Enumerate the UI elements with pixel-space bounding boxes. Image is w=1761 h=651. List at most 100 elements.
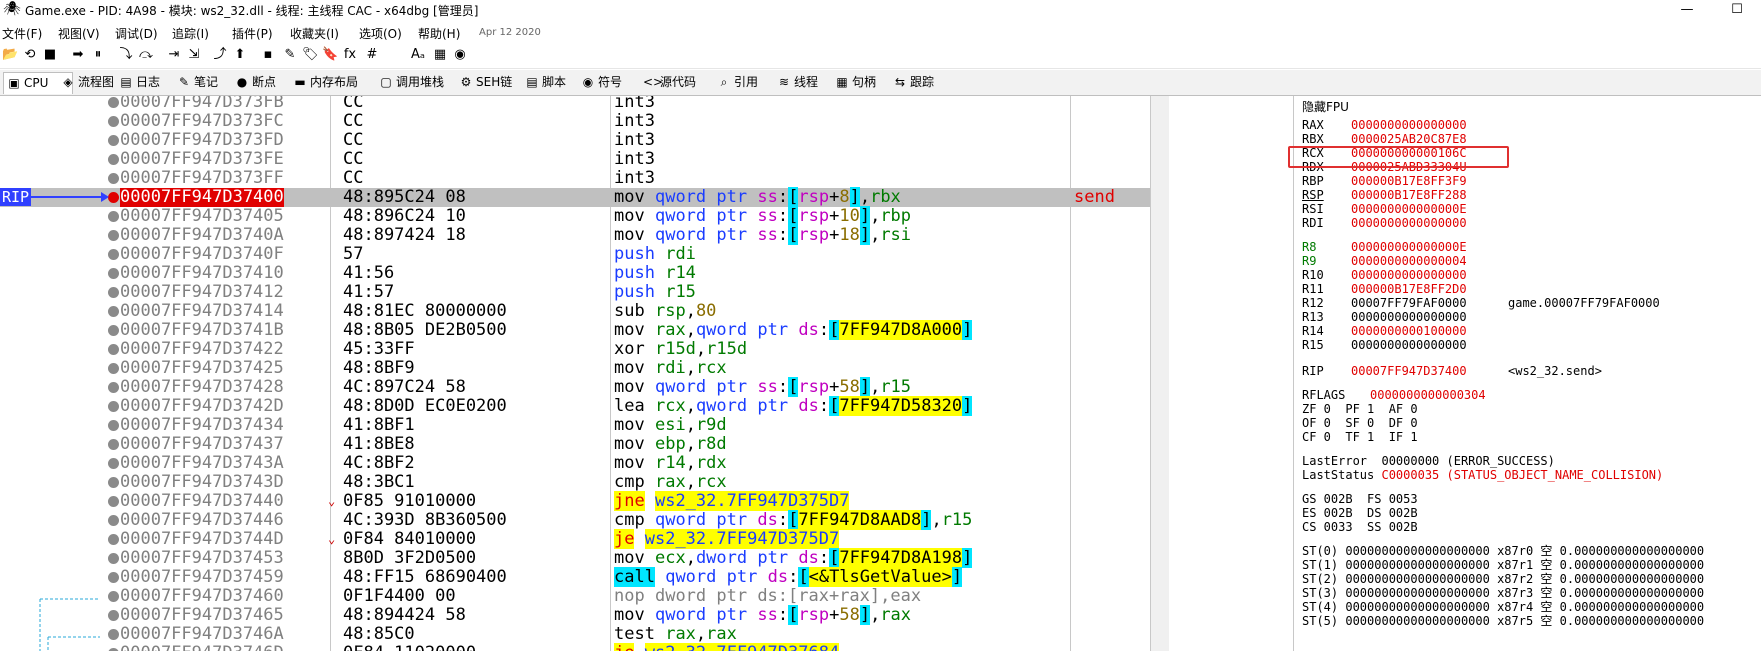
disasm-row[interactable]: 00007FF947D3746D ⌄ 0F84 11020000 je ws2_32.… — [0, 643, 1150, 651]
disasm-row[interactable]: 00007FF947D3742D 48:8D0D EC0E0200 lea rcx,… — [0, 396, 1150, 416]
segment-line[interactable]: GS 002B FS 0053 — [1302, 492, 1418, 506]
fpu-register[interactable]: ST(4) 00000000000000000000 x87r4 空 0.000… — [1302, 600, 1704, 614]
disasm-row[interactable]: 00007FF947D37440 ⌄ 0F85 91010000 jne ws2_32… — [0, 491, 1150, 511]
register-value[interactable]: 00007FF947D37400 — [1351, 364, 1467, 378]
pane-divider[interactable] — [1150, 96, 1169, 651]
breakpoint-dot-icon[interactable] — [108, 173, 119, 184]
menu-view[interactable]: 视图(V) — [58, 25, 100, 42]
disasm-row[interactable]: 00007FF947D373FC CC int3 — [0, 112, 1150, 131]
register-value[interactable]: 0000000000000000 — [1351, 216, 1467, 230]
function-icon[interactable]: fx — [342, 47, 358, 63]
menu-favorites[interactable]: 收藏夹(I) — [290, 25, 339, 42]
stop-icon[interactable]: ■ — [42, 47, 58, 63]
disasm-row[interactable]: 00007FF947D3740A 48:897424 18 mov qword pt… — [0, 225, 1150, 245]
bookmark-icon[interactable]: 🔖 — [322, 47, 338, 63]
breakpoint-dot-icon[interactable] — [108, 591, 119, 602]
step-into-icon[interactable]: ⤵ — [118, 47, 134, 63]
breakpoint-dot-icon[interactable] — [108, 268, 119, 279]
registers-panel[interactable]: 隐藏FPU RAX 0000000000000000 RBX 0000025AB20C… — [1293, 96, 1761, 651]
disasm-row[interactable]: 00007FF947D373FE CC int3 — [0, 150, 1150, 169]
register-value[interactable]: 0000000000000004 — [1351, 254, 1467, 268]
register-r8[interactable]: R8 000000000000000E — [1294, 240, 1761, 254]
disasm-row[interactable]: 00007FF947D37412 41:57 push r15 — [0, 283, 1150, 302]
disasm-row[interactable]: 00007FF947D3746A 48:85C0 test rax,rax — [0, 625, 1150, 644]
register-value[interactable]: 000000B17E8FF3F9 — [1351, 174, 1467, 188]
breakpoint-dot-icon[interactable] — [108, 325, 119, 336]
menu-debug[interactable]: 调试(D) — [115, 25, 158, 42]
menu-plugins[interactable]: 插件(P) — [232, 25, 273, 42]
disasm-row[interactable]: 00007FF947D37414 48:81EC 80000000 sub rsp,… — [0, 302, 1150, 321]
register-rbp[interactable]: RBP 000000B17E8FF3F9 — [1294, 174, 1761, 188]
register-r10[interactable]: R10 0000000000000000 — [1294, 268, 1761, 282]
hide-fpu-toggle[interactable]: 隐藏FPU — [1302, 98, 1349, 115]
disasm-row[interactable]: 00007FF947D37446 4C:393D 8B360500 cmp qwor… — [0, 510, 1150, 530]
register-value[interactable]: 000000B17E8FF288 — [1351, 188, 1467, 202]
register-rsp[interactable]: RSP 000000B17E8FF288 — [1294, 188, 1761, 202]
breakpoint-dot-icon[interactable] — [108, 458, 119, 469]
disasm-row[interactable]: 00007FF947D373FF CC int3 — [0, 169, 1150, 188]
breakpoint-dot-icon[interactable] — [108, 629, 119, 640]
register-value[interactable]: 0000000000100000 — [1351, 324, 1467, 338]
disasm-row[interactable]: 00007FF947D373FB CC int3 — [0, 96, 1150, 112]
fpu-register[interactable]: ST(5) 00000000000000000000 x87r5 空 0.000… — [1302, 614, 1704, 628]
disasm-row[interactable]: 00007FF947D3741B 48:8B05 DE2B0500 mov rax,… — [0, 320, 1150, 340]
breakpoint-dot-icon[interactable] — [108, 287, 119, 298]
menu-trace[interactable]: 追踪(I) — [172, 25, 209, 42]
pause-icon[interactable]: ⏸ — [90, 47, 106, 63]
register-rbx[interactable]: RBX 0000025AB20C87E8 — [1294, 132, 1761, 146]
maximize-button[interactable]: ☐ — [1722, 1, 1752, 19]
register-r15[interactable]: R15 0000000000000000 — [1294, 338, 1761, 352]
fpu-register[interactable]: ST(1) 00000000000000000000 x87r1 空 0.000… — [1302, 558, 1704, 572]
menu-help[interactable]: 帮助(H) — [418, 25, 460, 42]
register-rip[interactable]: RIP 00007FF947D37400 <ws2_32.send> — [1294, 364, 1761, 378]
register-value[interactable]: 0000000000000304 — [1370, 388, 1486, 402]
breakpoint-dot-icon[interactable] — [108, 553, 119, 564]
disassembly-view[interactable]: 00007FF947D373FB CC int3 00007FF947D373FC CC… — [0, 96, 1150, 651]
disasm-row[interactable]: 00007FF947D37437 41:8BE8 mov ebp,r8d — [0, 435, 1150, 454]
fpu-register[interactable]: ST(0) 00000000000000000000 x87r0 空 0.000… — [1302, 544, 1704, 558]
fpu-register[interactable]: ST(2) 00000000000000000000 x87r2 空 0.000… — [1302, 572, 1704, 586]
disasm-row[interactable]: 00007FF947D37422 45:33FF xor r15d,r15d — [0, 340, 1150, 359]
breakpoint-dot-icon[interactable] — [108, 344, 119, 355]
disasm-row[interactable]: 00007FF947D373FD CC int3 — [0, 131, 1150, 150]
breakpoint-dot-icon[interactable] — [108, 249, 119, 260]
strings-icon[interactable]: Aₐ — [410, 47, 426, 63]
register-r13[interactable]: R13 0000000000000000 — [1294, 310, 1761, 324]
disasm-row[interactable]: 00007FF947D3743A 4C:8BF2 mov r14,rdx — [0, 454, 1150, 473]
register-value[interactable]: 0000000000000000 — [1351, 268, 1467, 282]
step-over-icon[interactable]: ⤼ — [138, 47, 154, 63]
disasm-row[interactable]: 00007FF947D37428 4C:897C24 58 mov qword pt… — [0, 377, 1150, 397]
breakpoint-dot-icon[interactable] — [108, 97, 119, 108]
breakpoint-dot-icon[interactable] — [108, 116, 119, 127]
breakpoint-dot-icon[interactable] — [108, 534, 119, 545]
register-rdi[interactable]: RDI 0000000000000000 — [1294, 216, 1761, 230]
breakpoint-dot-icon[interactable] — [108, 211, 119, 222]
segment-line[interactable]: CS 0033 SS 002B — [1302, 520, 1418, 534]
breakpoint-dot-icon[interactable] — [108, 401, 119, 412]
comment-icon[interactable]: ✎ — [282, 47, 298, 63]
breakpoint-dot-icon[interactable] — [108, 154, 119, 165]
segment-line[interactable]: ES 002B DS 002B — [1302, 506, 1418, 520]
breakpoint-dot-icon[interactable] — [108, 230, 119, 241]
breakpoint-dot-icon[interactable] — [108, 135, 119, 146]
disasm-row[interactable]: 00007FF947D37453 8B0D 3F2D0500 mov ecx,dwo… — [0, 548, 1150, 568]
fpu-register[interactable]: ST(3) 00000000000000000000 x87r3 空 0.000… — [1302, 586, 1704, 600]
register-value[interactable]: 000000B17E8FF2D0 — [1351, 282, 1467, 296]
open-icon[interactable]: 📂 — [2, 47, 18, 63]
trace-into-icon[interactable]: ⇥ — [166, 47, 182, 63]
register-value[interactable]: 0000025AB20C87E8 — [1351, 132, 1467, 146]
tag-icon[interactable]: # — [364, 47, 380, 63]
register-r14[interactable]: R14 0000000000100000 — [1294, 324, 1761, 338]
breakpoint-dot-icon[interactable] — [108, 382, 119, 393]
register-rflags[interactable]: RFLAGS 0000000000000304 — [1294, 388, 1761, 402]
register-value[interactable]: 00007FF79FAF0000 — [1351, 296, 1467, 310]
execute-till-return-icon[interactable]: ⤴ — [212, 47, 228, 63]
register-value[interactable]: 0000000000000000 — [1351, 310, 1467, 324]
disasm-row-current[interactable]: 00007FF947D37400 48:895C24 08 mov qword pt… — [0, 187, 1150, 207]
restart-icon[interactable]: ⟲ — [22, 47, 38, 63]
disasm-row[interactable]: 00007FF947D37405 48:896C24 10 mov qword pt… — [0, 206, 1150, 226]
run-to-user-code-icon[interactable]: ⬆ — [232, 47, 248, 63]
breakpoint-dot-icon[interactable] — [108, 572, 119, 583]
disasm-row[interactable]: 00007FF947D37460 0F1F4400 00 nop dword ptr… — [0, 587, 1150, 606]
disasm-row[interactable]: 00007FF947D37465 48:894424 58 mov qword pt… — [0, 605, 1150, 625]
